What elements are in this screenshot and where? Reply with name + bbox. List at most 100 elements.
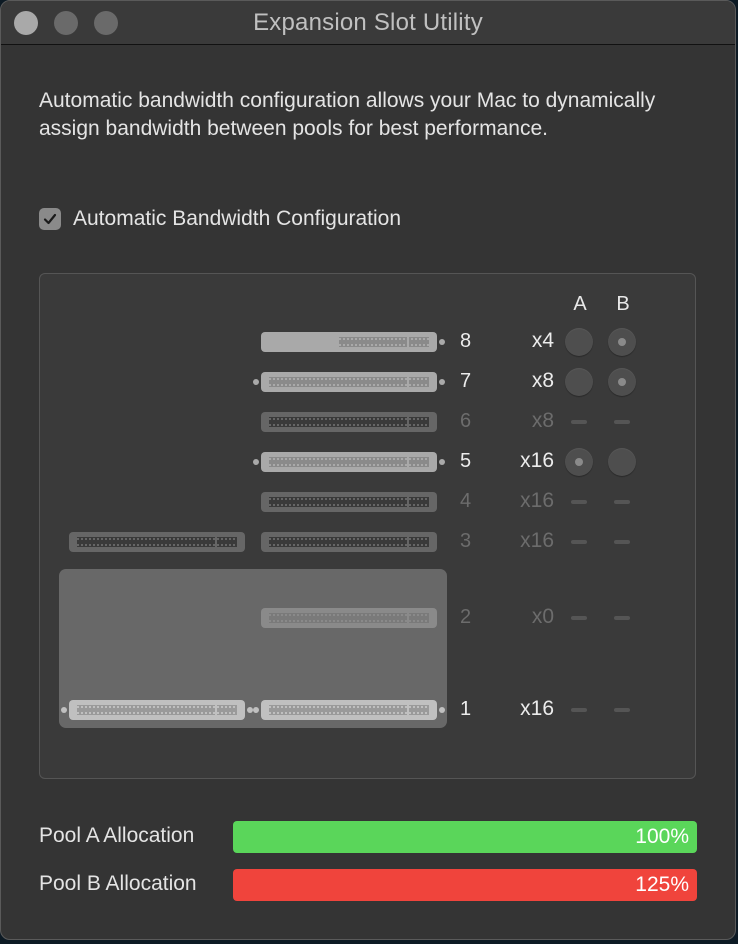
- slot-connector: [269, 417, 429, 427]
- column-header-pool-b: B: [616, 293, 630, 315]
- slot-7-pool-a-radio[interactable]: [565, 368, 593, 396]
- connector-pins: [77, 544, 237, 546]
- slot-lane-width: x4: [531, 329, 554, 352]
- connector-pins: [269, 538, 429, 540]
- pool-b-unavailable-dash: [614, 708, 630, 712]
- connector-key: [407, 337, 409, 347]
- slot-8-graphic: [261, 332, 445, 352]
- pool-b-label: Pool B Allocation: [39, 872, 197, 895]
- auto-bandwidth-label: Automatic Bandwidth Configuration: [73, 207, 402, 230]
- slot-8-pool-b-radio[interactable]: [608, 328, 636, 356]
- slot-connector: [77, 537, 237, 547]
- connector-key: [407, 705, 409, 715]
- connector-pins: [269, 544, 429, 546]
- slot-5-pool-b-radio[interactable]: [608, 448, 636, 476]
- connector-pins: [269, 614, 429, 616]
- pool-b-unavailable-dash: [614, 420, 630, 424]
- connector-key: [407, 613, 409, 623]
- pool-a-label: Pool A Allocation: [39, 824, 195, 847]
- connector-pins: [269, 712, 429, 714]
- connector-pins: [77, 706, 237, 708]
- slot-number: 6: [460, 410, 472, 432]
- connector-key: [407, 457, 409, 467]
- slot-4-graphic: [261, 492, 437, 512]
- slot-connector: [269, 537, 429, 547]
- connector-pins: [269, 384, 429, 386]
- connector-key: [215, 705, 217, 715]
- slot-number: 4: [460, 490, 472, 512]
- connector-key: [215, 537, 217, 547]
- slot-number: 5: [460, 450, 472, 472]
- slot-lane-width: x0: [531, 605, 554, 628]
- connector-pins: [269, 706, 429, 708]
- slot-latch: [253, 379, 259, 385]
- connector-pins: [339, 344, 429, 346]
- slot-lane-width: x16: [520, 697, 554, 720]
- slot-7-graphic: [253, 372, 445, 392]
- slot-8-pool-a-radio[interactable]: [565, 328, 593, 356]
- slot-number: 3: [460, 530, 472, 552]
- slot-latch: [247, 707, 253, 713]
- slot-2-graphic: [261, 608, 437, 628]
- connector-pins: [269, 464, 429, 466]
- pool-b-unavailable-dash: [614, 540, 630, 544]
- connector-pins: [269, 378, 429, 380]
- connector-pins: [269, 620, 429, 622]
- slot-5-graphic: [253, 452, 445, 472]
- slot-lane-width: x16: [520, 529, 554, 552]
- slot-connector: [269, 377, 429, 387]
- connector-key: [407, 377, 409, 387]
- connector-pins: [339, 338, 429, 340]
- slot-1-graphic-secondary: [61, 700, 253, 720]
- slot-lane-width: x16: [520, 489, 554, 512]
- slot-1-graphic: [253, 700, 445, 720]
- connector-pins: [269, 424, 429, 426]
- auto-bandwidth-checkbox-row[interactable]: Automatic Bandwidth Configuration: [39, 207, 401, 231]
- pool-a-allocation-bar: 100%: [233, 821, 697, 853]
- pool-a-unavailable-dash: [571, 540, 587, 544]
- slot-number: 2: [460, 606, 472, 628]
- slot-latch: [253, 459, 259, 465]
- slot-number: 7: [460, 370, 472, 392]
- slot-latch: [253, 707, 259, 713]
- checkmark-icon: [43, 213, 57, 225]
- pool-b-unavailable-dash: [614, 500, 630, 504]
- slot-connector: [269, 497, 429, 507]
- slot-5-pool-a-radio[interactable]: [565, 448, 593, 476]
- pool-a-unavailable-dash: [571, 708, 587, 712]
- slot-lane-width: x8: [531, 409, 554, 432]
- slot-latch: [439, 379, 445, 385]
- pool-a-unavailable-dash: [571, 500, 587, 504]
- slot-connector: [269, 457, 429, 467]
- slot-lane-width: x16: [520, 449, 554, 472]
- slot-6-graphic: [261, 412, 437, 432]
- window-title: Expansion Slot Utility: [253, 9, 483, 36]
- connector-key: [407, 497, 409, 507]
- slot-latch: [61, 707, 67, 713]
- auto-bandwidth-checkbox[interactable]: [39, 208, 61, 230]
- connector-key: [407, 417, 409, 427]
- slot-connector: [269, 613, 429, 623]
- connector-pins: [77, 538, 237, 540]
- slot-lane-width: x8: [531, 369, 554, 392]
- slot-connector: [339, 337, 429, 347]
- connector-pins: [77, 712, 237, 714]
- pool-a-unavailable-dash: [571, 420, 587, 424]
- slot-3-graphic: [261, 532, 437, 552]
- pool-a-unavailable-dash: [571, 616, 587, 620]
- slot-connector: [269, 705, 429, 715]
- slot-latch: [439, 459, 445, 465]
- slot-latch: [439, 339, 445, 345]
- title-bar: Expansion Slot Utility: [1, 1, 735, 45]
- connector-pins: [269, 418, 429, 420]
- connector-key: [407, 537, 409, 547]
- slot-number: 1: [460, 698, 472, 720]
- column-header-pool-a: A: [573, 293, 587, 315]
- expansion-slot-utility-window: Expansion Slot Utility Automatic bandwid…: [0, 0, 736, 940]
- connector-pins: [269, 504, 429, 506]
- slot-7-pool-b-radio[interactable]: [608, 368, 636, 396]
- pool-b-allocation-bar: 125%: [233, 869, 697, 901]
- pool-b-unavailable-dash: [614, 616, 630, 620]
- slot-latch: [439, 707, 445, 713]
- connector-pins: [269, 498, 429, 500]
